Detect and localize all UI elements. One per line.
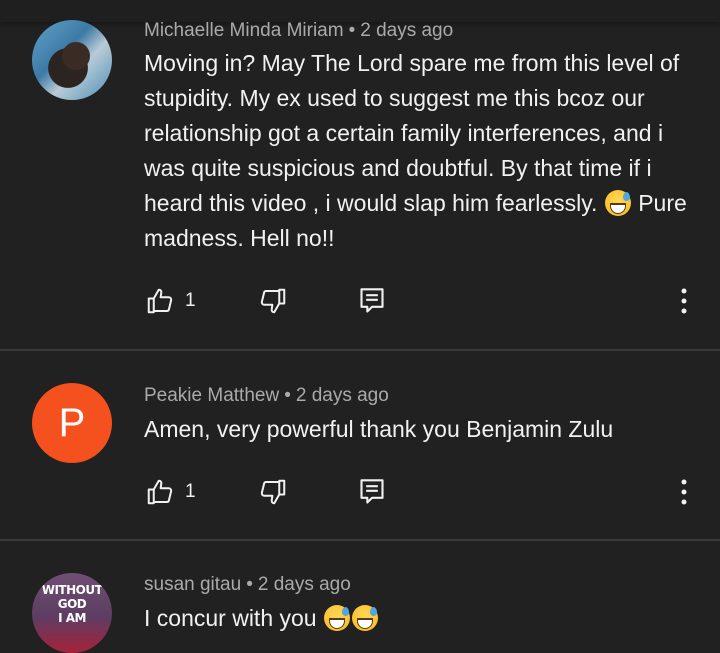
avatar[interactable]: WITHOUT GOD I AM: [32, 573, 112, 653]
grinning-sweat-emoji-icon: [351, 605, 378, 631]
dislike-button[interactable]: [258, 475, 288, 509]
comment-item: Michaelle Minda Miriam • 2 days ago Moving…: [0, 0, 720, 350]
like-button[interactable]: 1: [145, 475, 196, 509]
comment-meta: susan gitau • 2 days ago: [144, 574, 351, 596]
comment-actions: 1: [0, 284, 720, 318]
comment-text: Amen, very powerful thank you Benjamin Z…: [144, 416, 614, 442]
avatar-text-line: GOD: [57, 597, 87, 611]
comment-item: WITHOUT GOD I AM susan gitau • 2 days ago …: [0, 541, 720, 653]
comment-actions: 1: [0, 475, 720, 509]
more-vert-icon: [681, 479, 687, 505]
like-count: 1: [185, 290, 196, 311]
author-name[interactable]: Michaelle Minda Miriam: [144, 20, 344, 41]
thumbs-down-icon: [260, 288, 286, 314]
dislike-button[interactable]: [258, 284, 288, 318]
avatar[interactable]: P: [32, 383, 112, 463]
comment-time[interactable]: 2 days ago: [296, 385, 389, 406]
author-name[interactable]: susan gitau: [144, 574, 241, 595]
author-name[interactable]: Peakie Matthew: [144, 385, 279, 406]
avatar-text-line: WITHOUT: [41, 583, 103, 597]
comment-text: Moving in? May The Lord spare me from th…: [144, 46, 689, 256]
avatar[interactable]: [32, 20, 112, 100]
more-vert-icon: [681, 288, 687, 314]
more-options-button[interactable]: [672, 284, 696, 318]
meta-separator: •: [246, 574, 253, 595]
reply-button[interactable]: [359, 475, 385, 509]
more-options-button[interactable]: [672, 475, 696, 509]
reply-comment-icon: [360, 479, 384, 504]
meta-separator: •: [348, 20, 356, 41]
grinning-sweat-emoji-icon: [323, 605, 350, 631]
comment-meta: Peakie Matthew • 2 days ago: [144, 385, 389, 407]
meta-separator: •: [284, 385, 291, 406]
like-count: 1: [185, 481, 196, 502]
comment-item: P Peakie Matthew • 2 days ago Amen, very p…: [0, 351, 720, 539]
comment-meta: Michaelle Minda Miriam • 2 days ago: [144, 20, 453, 42]
thumbs-up-icon: [147, 479, 173, 505]
thumbs-down-icon: [260, 479, 286, 505]
comment-time[interactable]: 2 days ago: [258, 574, 351, 595]
grinning-sweat-emoji-icon: [604, 190, 631, 216]
reply-button[interactable]: [359, 284, 385, 318]
reply-comment-icon: [360, 288, 384, 313]
comment-body: Moving in? May The Lord spare me from th…: [144, 50, 680, 216]
like-button[interactable]: 1: [145, 284, 196, 318]
comment-text: I concur with you: [144, 601, 689, 636]
thumbs-up-icon: [147, 288, 173, 314]
comment-time[interactable]: 2 days ago: [360, 20, 453, 41]
avatar-letter: P: [58, 400, 86, 445]
comment-body: I concur with you: [144, 605, 317, 631]
avatar-text-line: I AM: [58, 611, 86, 625]
